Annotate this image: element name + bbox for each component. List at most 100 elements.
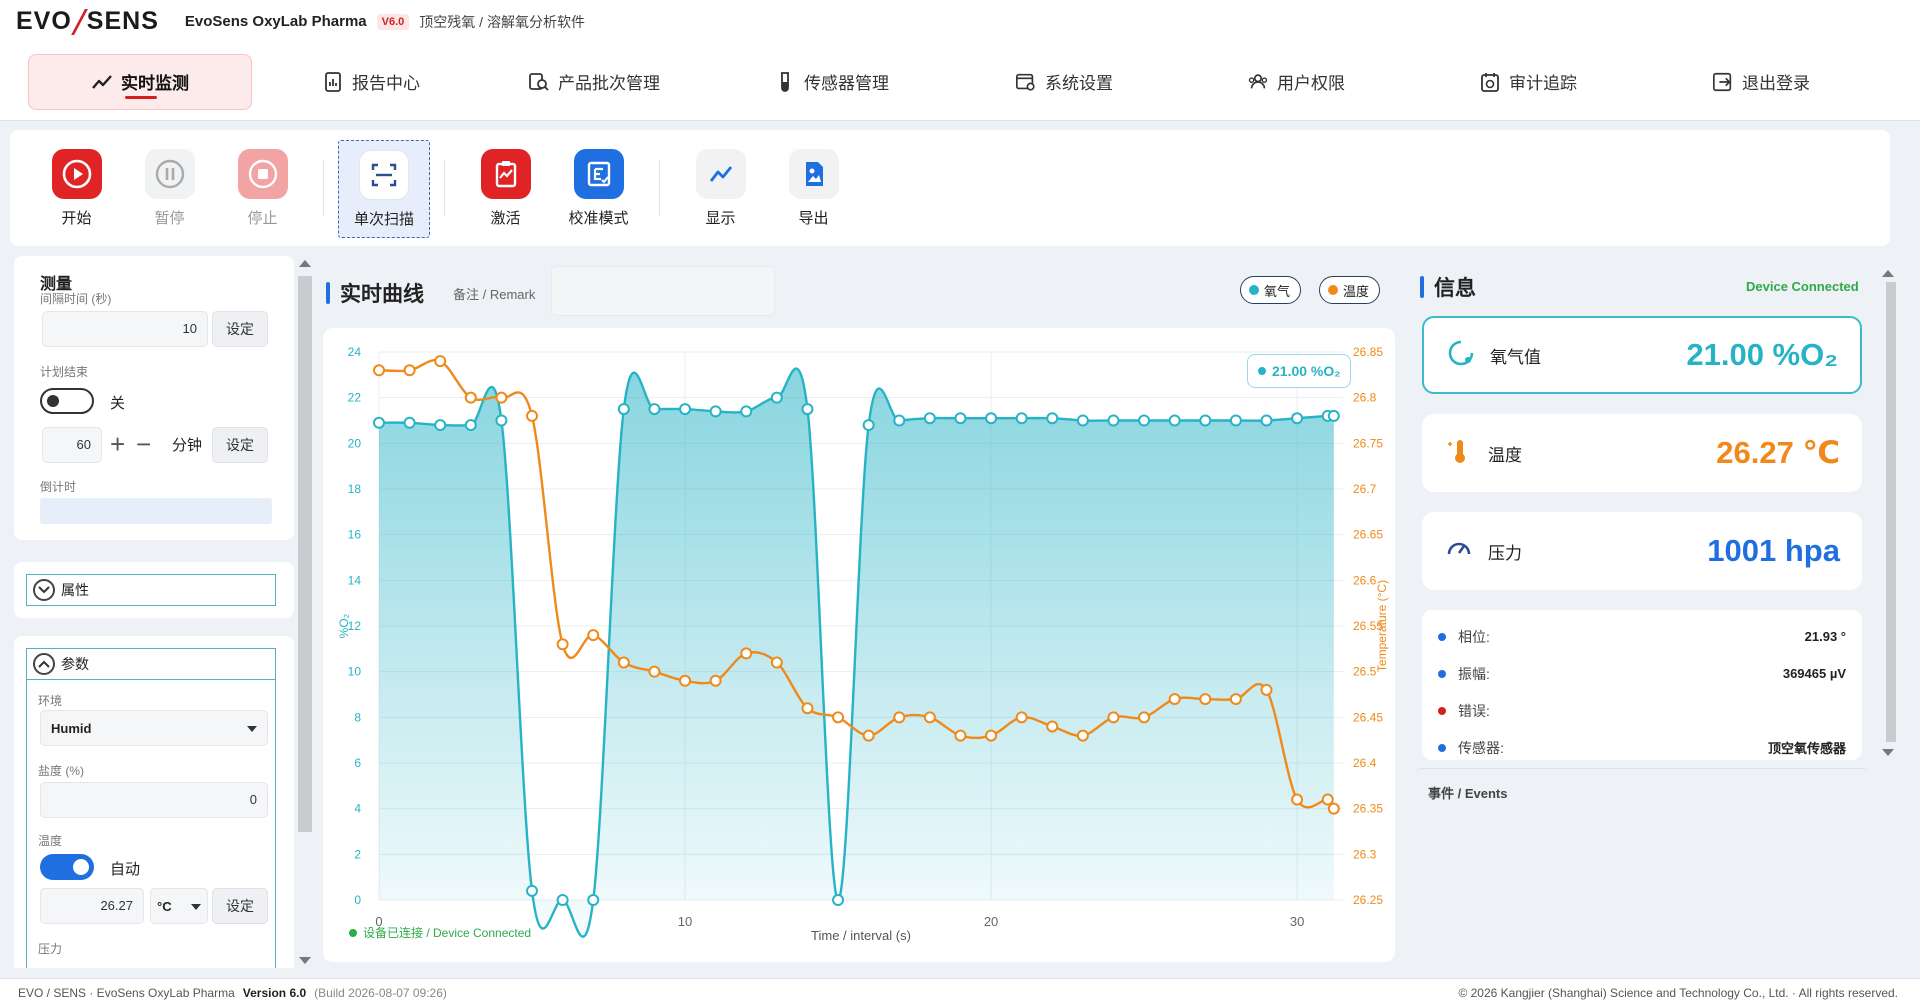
footer-copyright: © 2026 Kangjier (Shanghai) Science and T… — [1458, 985, 1898, 1000]
oxygen-point — [1138, 414, 1151, 427]
nav-audit[interactable]: 审计追踪 — [1479, 54, 1577, 110]
app-header: EVO SENS EvoSens OxyLab Pharma V6.0 顶空残氧… — [0, 0, 1920, 43]
detail-label: 错误: — [1458, 702, 1490, 719]
nav-label: 传感器管理 — [804, 74, 889, 93]
logo-slash — [70, 8, 88, 35]
plan-end-toggle[interactable] — [40, 388, 94, 414]
salinity-input[interactable]: 0 — [40, 782, 268, 818]
scroll-up-icon[interactable] — [1882, 268, 1894, 278]
oxygen-value: 21.00 %O₂ — [1686, 337, 1838, 372]
detail-row-error: 错误: — [1422, 692, 1862, 729]
legend-temperature-toggle[interactable]: 温度 — [1319, 276, 1381, 304]
env-label: 环境 — [38, 694, 63, 708]
export-button[interactable]: 导出 — [767, 130, 860, 228]
temp-auto-toggle[interactable] — [40, 854, 94, 880]
display-button[interactable]: 显示 — [674, 130, 767, 228]
increment-button[interactable]: + — [110, 428, 125, 460]
scrollbar-thumb[interactable] — [298, 276, 312, 832]
interval-input[interactable]: 10 — [42, 311, 208, 347]
calibrate-button[interactable]: 校准模式 — [552, 130, 645, 228]
env-select[interactable]: Humid — [40, 710, 268, 746]
detail-row-sensor: 传感器: 顶空氧传感器 — [1422, 729, 1862, 760]
temperature-input[interactable]: 26.27 — [40, 888, 144, 924]
y-tick-left: 6 — [354, 756, 361, 770]
scroll-down-icon[interactable] — [299, 956, 311, 966]
scroll-down-icon[interactable] — [1882, 748, 1894, 758]
nav-batches[interactable]: 产品批次管理 — [528, 54, 660, 110]
temp-set-button[interactable]: 设定 — [212, 888, 268, 924]
nav-reports[interactable]: 报告中心 — [322, 54, 420, 110]
y-tick-right: 26.85 — [1353, 345, 1383, 359]
single-scan-button[interactable]: 单次扫描 — [338, 140, 430, 238]
title-accent-bar — [326, 282, 330, 304]
temperature-card-label: 温度 — [1488, 445, 1522, 465]
decrement-button[interactable]: − — [136, 428, 151, 460]
toolbar-divider — [444, 160, 445, 216]
activate-label: 激活 — [490, 210, 521, 227]
current-value-text: 21.00 %O₂ — [1272, 363, 1341, 379]
stop-button[interactable]: 停止 — [216, 130, 309, 228]
oxygen-point — [832, 894, 845, 906]
temperature-point — [923, 711, 936, 724]
logout-icon — [1712, 71, 1734, 93]
oxygen-point — [373, 416, 385, 429]
left-scrollbar[interactable] — [298, 258, 312, 968]
plan-end-label: 计划结束 — [40, 365, 89, 379]
chart-area: 0 2 4 6 8 10 12 14 16 18 20 22 24 26.25 26.3 26.35 26.4 2… — [323, 328, 1395, 962]
chevron-down-icon — [33, 579, 55, 601]
countdown-label: 倒计时 — [40, 480, 77, 494]
temperature-point — [985, 729, 998, 742]
nav-logout[interactable]: 退出登录 — [1712, 54, 1810, 110]
oxygen-card: 氧气值 21.00 %O₂ — [1422, 316, 1862, 394]
y-tick-left: 18 — [348, 482, 362, 496]
oxygen-point — [1076, 414, 1089, 427]
interval-set-button[interactable]: 设定 — [212, 311, 268, 347]
oxygen-point — [985, 412, 998, 425]
start-button[interactable]: 开始 — [30, 130, 123, 228]
y-tick-right: 26.75 — [1353, 436, 1383, 450]
pause-button[interactable]: 暂停 — [123, 130, 216, 228]
params-header[interactable]: 参数 — [26, 648, 276, 680]
plan-minutes-input[interactable]: 60 — [42, 427, 102, 463]
oxygen-point — [1260, 414, 1273, 427]
detail-label: 相位: — [1458, 628, 1490, 645]
temperature-point — [1291, 793, 1304, 806]
temperature-value: 26.27 ℃ — [1716, 435, 1840, 470]
oxygen-gauge-icon — [1446, 338, 1476, 373]
oxygen-point — [954, 412, 967, 425]
right-scrollbar[interactable] — [1880, 260, 1896, 760]
y-tick-left: 24 — [348, 345, 362, 359]
remark-input[interactable] — [551, 266, 775, 316]
env-select-value: Humid — [51, 720, 92, 736]
nav-realtime[interactable]: 实时监测 — [28, 53, 252, 110]
attributes-title: 属性 — [61, 582, 89, 598]
nav-settings[interactable]: 系统设置 — [1015, 54, 1113, 110]
play-icon — [51, 149, 102, 199]
activate-button[interactable]: 激活 — [459, 130, 552, 228]
scroll-up-icon[interactable] — [299, 258, 311, 268]
scrollbar-thumb[interactable] — [1886, 282, 1896, 742]
nav-sensors[interactable]: 传感器管理 — [774, 54, 889, 110]
legend-oxygen-toggle[interactable]: 氧气 — [1240, 276, 1302, 304]
y-tick-left: 20 — [348, 436, 362, 450]
stop-icon — [237, 149, 288, 199]
temperature-point — [587, 629, 600, 642]
details-list: 相位: 21.93 ° 振幅: 369465 µV 错误: 传感器: 顶空氧传感… — [1422, 610, 1862, 760]
attributes-header[interactable]: 属性 — [26, 574, 276, 606]
bullet — [1438, 706, 1446, 715]
oxygen-point — [617, 403, 630, 416]
dropdown-caret-icon — [191, 897, 201, 915]
oxygen-point — [1107, 414, 1120, 427]
nav-label: 实时监测 — [121, 74, 189, 93]
start-label: 开始 — [61, 210, 92, 227]
temperature-point — [556, 638, 569, 651]
y-tick-left: 4 — [354, 802, 361, 816]
temp-unit-select[interactable]: °C — [150, 888, 208, 924]
settings-window-icon — [1015, 71, 1037, 93]
pressure-card-label: 压力 — [1488, 543, 1522, 563]
plan-set-button[interactable]: 设定 — [212, 427, 268, 463]
nav-users[interactable]: 用户权限 — [1247, 54, 1345, 110]
y-tick-right: 26.45 — [1353, 710, 1383, 724]
y-tick-left: 2 — [354, 847, 361, 861]
y-axis-label-left: %O₂ — [337, 613, 351, 638]
